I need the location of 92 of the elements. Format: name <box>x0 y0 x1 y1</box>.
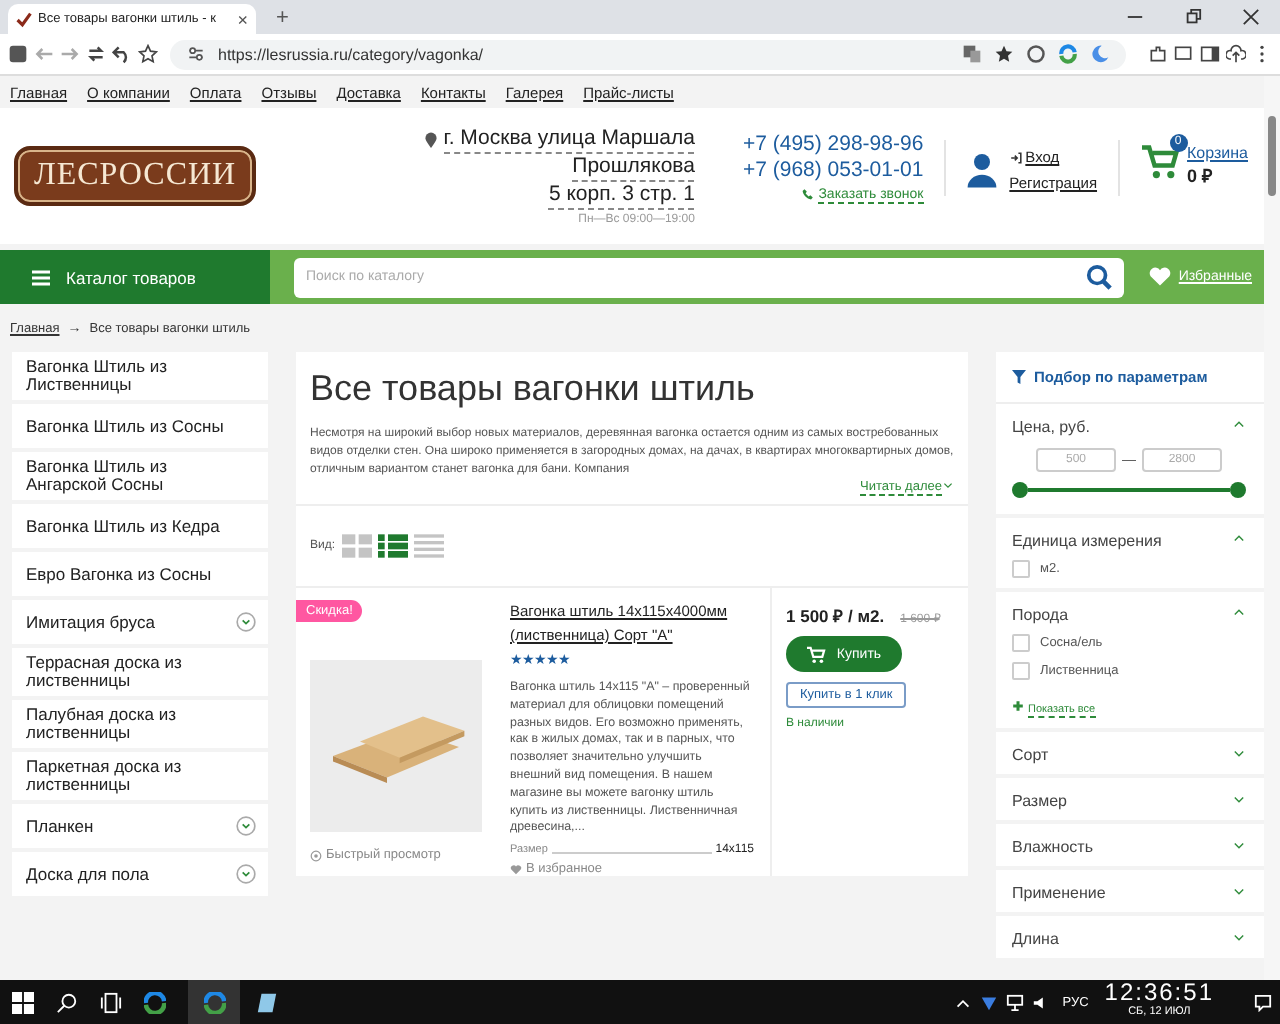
extension-icon[interactable] <box>1058 44 1078 64</box>
filter-section-header[interactable]: Применение <box>1012 884 1246 902</box>
star-icon[interactable] <box>138 44 158 64</box>
undo-icon[interactable] <box>112 44 132 64</box>
filter-section-header[interactable]: Сорт <box>1012 746 1246 764</box>
cart-link[interactable]: Корзина <box>1187 144 1248 162</box>
site-logo[interactable]: ЛЕСРОССИИ <box>14 146 257 206</box>
chevron-up-icon <box>1232 418 1246 432</box>
address-line: Прошлякова <box>572 154 695 182</box>
chevron-down-icon <box>1232 930 1246 944</box>
phone-icon <box>802 188 815 200</box>
new-tab-button[interactable]: + <box>276 6 289 30</box>
user-icon <box>965 152 998 188</box>
translate-icon[interactable] <box>962 44 982 64</box>
task-view-icon[interactable] <box>100 991 122 1013</box>
product-price: 1 500 ₽ / м2. <box>786 604 885 626</box>
category-item[interactable]: Имитация бруса <box>12 600 268 648</box>
chevron-up-icon <box>1232 606 1246 620</box>
browser-icon[interactable] <box>203 991 225 1013</box>
category-item[interactable]: Палубная доска из лиственницы <box>12 700 268 752</box>
chevron-down-icon <box>1232 792 1246 806</box>
location-pin-icon <box>423 132 438 150</box>
category-item[interactable]: Вагонка Штиль из Лиственницы <box>12 352 268 404</box>
cart-total: 0 ₽ <box>1187 164 1215 188</box>
heart-icon[interactable] <box>1148 266 1173 288</box>
login-icon <box>1009 151 1022 163</box>
filter-section-header[interactable]: Единица измерения <box>1012 532 1246 550</box>
category-item[interactable]: Паркетная доска из лиственницы <box>12 752 268 804</box>
plus-icon <box>1012 699 1024 711</box>
shield-icon[interactable] <box>980 993 999 1011</box>
search-button[interactable] <box>1074 257 1125 297</box>
expand-icon[interactable] <box>236 612 256 632</box>
checkbox[interactable] <box>1012 634 1030 652</box>
cart-icon[interactable] <box>1139 143 1180 179</box>
checkbox[interactable] <box>1012 560 1030 578</box>
close-tab-button[interactable]: × <box>237 9 248 29</box>
slider-handle[interactable] <box>1230 482 1246 498</box>
star-icon[interactable] <box>994 44 1014 64</box>
menu-icon <box>32 269 50 285</box>
page-title: Все товары вагонки штиль <box>310 368 757 410</box>
windows-start-icon[interactable] <box>12 991 34 1013</box>
upload-icon[interactable] <box>1226 44 1246 64</box>
search-icon <box>1086 264 1113 290</box>
chevron-down-icon <box>1232 746 1246 760</box>
search-icon[interactable] <box>56 991 78 1013</box>
extensions-icon[interactable] <box>1148 44 1168 64</box>
address-line: г. Москва улица Маршала <box>443 126 695 154</box>
list-view-icon[interactable] <box>377 534 408 558</box>
category-item[interactable]: Вагонка Штиль из Кедра <box>12 504 268 552</box>
category-item[interactable]: Вагонка Штиль из Сосны <box>12 404 268 452</box>
filter-icon <box>1012 370 1026 384</box>
reload-icon[interactable] <box>86 44 106 64</box>
checkmark-icon <box>16 11 32 27</box>
address-line: 5 корп. 3 стр. 1 <box>548 182 695 210</box>
category-item[interactable]: Террасная доска из лиственницы <box>12 648 268 700</box>
expand-icon[interactable] <box>236 816 256 836</box>
eye-icon <box>310 849 322 861</box>
cart-icon <box>806 645 827 663</box>
media-icon[interactable] <box>1174 44 1194 64</box>
category-item[interactable]: Доска для пола <box>12 852 268 900</box>
network-icon[interactable] <box>1006 993 1025 1011</box>
checkbox[interactable] <box>1012 662 1030 680</box>
site-settings-icon[interactable] <box>186 44 206 64</box>
chevron-down-icon <box>1232 838 1246 852</box>
expand-icon[interactable] <box>236 864 256 884</box>
restore-icon[interactable] <box>1184 8 1202 26</box>
category-item[interactable]: Планкен <box>12 804 268 852</box>
notifications-icon[interactable] <box>1254 993 1272 1011</box>
heart-icon <box>510 863 522 876</box>
address-bar[interactable]: https://lesrussia.ru/category/vagonka/ <box>170 39 1126 69</box>
sidebar-icon[interactable] <box>1200 44 1220 64</box>
moon-icon[interactable] <box>1090 44 1110 64</box>
category-item[interactable]: Евро Вагонка из Сосны <box>12 552 268 600</box>
slider-handle[interactable] <box>1012 482 1028 498</box>
url-text: https://lesrussia.ru/category/vagonka/ <box>218 45 484 63</box>
close-icon[interactable] <box>1242 8 1260 26</box>
chevron-up-icon <box>1232 532 1246 546</box>
browser-icon[interactable] <box>144 991 166 1013</box>
filter-section-header[interactable]: Влажность <box>1012 838 1246 856</box>
extension-icon[interactable] <box>1026 44 1046 64</box>
filter-section-header[interactable]: Размер <box>1012 792 1246 810</box>
phone-number[interactable]: +7 (968) 053-01-01 <box>742 158 924 184</box>
catalog-button[interactable]: Каталог товаров <box>0 250 270 304</box>
filter-section-header[interactable]: Длина <box>1012 930 1246 948</box>
filter-section-header[interactable]: Цена, руб. <box>1012 418 1246 436</box>
chevron-down-icon <box>1232 884 1246 898</box>
notepad-icon[interactable] <box>256 991 278 1013</box>
chevron-down-icon <box>942 480 954 492</box>
phone-number[interactable]: +7 (495) 298-98-96 <box>742 132 924 158</box>
category-item[interactable]: Вагонка Штиль из Ангарской Сосны <box>12 452 268 504</box>
extension-icon[interactable] <box>8 44 28 64</box>
filter-section-header[interactable]: Порода <box>1012 606 1246 624</box>
